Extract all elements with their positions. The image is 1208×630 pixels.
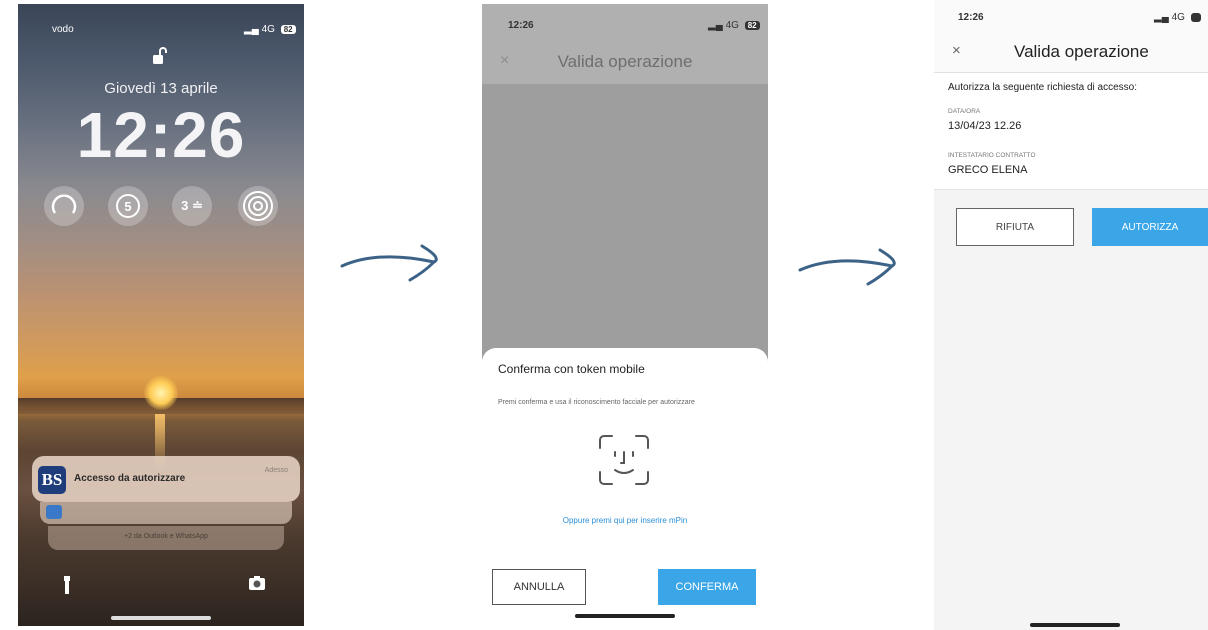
target-icon (243, 191, 273, 221)
confirm-button[interactable]: CONFERMA (658, 569, 756, 605)
face-id-screen: 12:26 ▂▄ 4G 82 × Valida operazione Confe… (482, 4, 768, 626)
request-heading: Autorizza la seguente richiesta di acces… (948, 82, 1137, 93)
lock-screen: vodo ▂▄ 4G 82 Giovedì 13 aprile 12:26 5 … (18, 4, 304, 626)
cancel-button[interactable]: ANNULLA (492, 569, 586, 605)
date-label: DATA/ORA (948, 108, 981, 115)
activity-ring-icon (51, 194, 77, 214)
signal-icon: ▂▄ (708, 20, 723, 31)
status-time: 12:26 (508, 20, 534, 31)
network-type: 4G (261, 24, 275, 35)
battery-icon: 82 (280, 25, 296, 34)
network-type: 4G (1171, 12, 1185, 23)
face-id-icon (599, 435, 649, 485)
camera-icon[interactable] (246, 572, 268, 594)
stacked-notification[interactable] (40, 502, 292, 524)
lock-time: 12:26 (76, 99, 246, 171)
status-icons: ▂▄ 4G (1154, 12, 1202, 23)
date-value: 13/04/23 12.26 (948, 120, 1022, 132)
battery-icon: 82 (744, 21, 760, 30)
mail-app-icon (46, 505, 62, 519)
status-icons: ▂▄ 4G 82 (244, 24, 296, 35)
authorize-screen: 12:26 ▂▄ 4G × Valida operazione Autorizz… (934, 0, 1208, 630)
activity-widget[interactable] (44, 186, 84, 226)
stacked-notifications[interactable]: +2 da Outlook e WhatsApp (48, 526, 284, 550)
steps-widget[interactable]: 5 (108, 186, 148, 226)
signal-icon: ▂▄ (1154, 12, 1169, 23)
home-indicator (575, 614, 675, 618)
steps-value: 5 (116, 194, 140, 218)
status-time: 12:26 (958, 12, 984, 23)
signal-icon: ▂▄ (244, 24, 259, 35)
battery-icon (1190, 13, 1202, 22)
lock-date: Giovedì 13 aprile (104, 80, 218, 97)
holder-value: GRECO ELENA (948, 164, 1028, 176)
bank-logo: BS (38, 466, 66, 494)
holder-label: INTESTATARIO CONTRATTO (948, 152, 1036, 159)
arrow-right-icon (340, 244, 438, 282)
home-indicator (111, 616, 211, 620)
notification-card[interactable]: BS Accesso da autorizzare Adesso (32, 456, 300, 502)
reject-button[interactable]: RIFIUTA (956, 208, 1074, 246)
sheet-description: Premi conferma e usa il riconoscimento f… (498, 399, 695, 406)
page-title: Valida operazione (557, 52, 693, 71)
flashlight-icon[interactable] (58, 574, 76, 596)
confirm-sheet: Conferma con token mobile Premi conferma… (482, 348, 768, 626)
notification-time: Adesso (264, 467, 288, 474)
header: 12:26 ▂▄ 4G × Valida operazione (934, 0, 1208, 73)
page-title: Valida operazione (1014, 42, 1149, 61)
count-widget[interactable]: 3 ≐ (172, 186, 212, 226)
mpin-link[interactable]: Oppure premi qui per inserire mPin (482, 516, 768, 525)
authorize-button[interactable]: AUTORIZZA (1092, 208, 1208, 246)
network-type: 4G (725, 20, 739, 31)
request-details: Autorizza la seguente richiesta di acces… (934, 73, 1208, 190)
unlock-icon (153, 47, 167, 64)
target-widget[interactable] (238, 186, 278, 226)
carrier-name: vodo (52, 24, 74, 35)
sun (144, 376, 178, 410)
arrow-right-icon (798, 248, 896, 286)
more-notifications-text: +2 da Outlook e WhatsApp (124, 533, 208, 540)
sheet-title: Conferma con token mobile (498, 362, 645, 376)
status-icons: ▂▄ 4G 82 (708, 20, 760, 31)
notification-title: Accesso da autorizzare (74, 473, 186, 484)
close-icon[interactable]: × (952, 42, 961, 59)
home-indicator (1030, 623, 1120, 627)
count-value: 3 ≐ (181, 198, 203, 213)
header: 12:26 ▂▄ 4G 82 × Valida operazione (482, 4, 768, 84)
